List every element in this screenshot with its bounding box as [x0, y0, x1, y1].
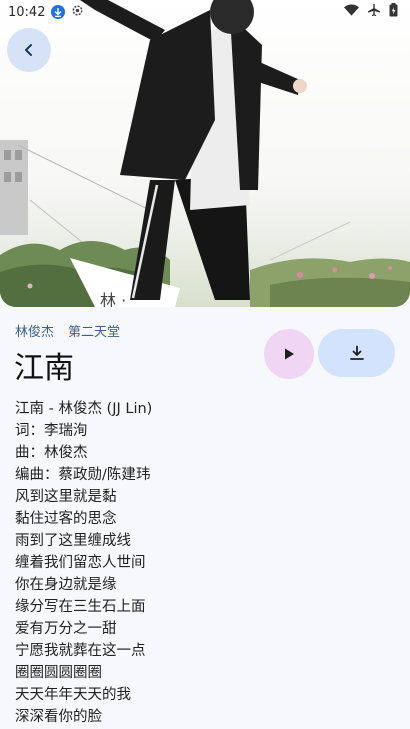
- lyrics-line: 雨到了这里缠成线: [15, 533, 131, 549]
- lyrics-line: 曲：林俊杰: [15, 445, 88, 461]
- lyrics-line: 深深看你的脸: [15, 709, 102, 725]
- album-link[interactable]: 第二天堂: [68, 321, 120, 340]
- album-art: 林 ·: [0, 0, 410, 307]
- play-button[interactable]: [264, 329, 314, 379]
- lyrics-line: 天天年年天天的我: [15, 687, 131, 703]
- song-meta: 林俊杰 第二天堂: [15, 321, 120, 340]
- wifi-icon: [344, 4, 359, 20]
- download-button[interactable]: [318, 329, 395, 377]
- download-status-icon: [51, 5, 66, 19]
- song-title: 江南: [14, 351, 74, 386]
- download-icon: [349, 345, 364, 360]
- album-art-illustration: 林 ·: [0, 0, 410, 307]
- lyrics-line: 爱有万分之一甜: [15, 621, 117, 637]
- lyrics-line: 缘分写在三生石上面: [15, 599, 146, 615]
- lyrics-line: 风到这里就是黏: [15, 489, 117, 505]
- status-left: 10:42: [8, 4, 84, 21]
- lyrics-line: 江南 - 林俊杰 (JJ Lin): [15, 401, 153, 417]
- lyrics-line: 编曲：蔡政勋/陈建玮: [15, 467, 151, 483]
- battery-icon: [389, 3, 398, 21]
- lyrics-list: 江南 - 林俊杰 (JJ Lin) 词：李瑞洵 曲：林俊杰 编曲：蔡政勋/陈建玮…: [15, 398, 152, 728]
- airplane-icon: [367, 3, 381, 21]
- back-button[interactable]: [7, 28, 51, 72]
- artist-link[interactable]: 林俊杰: [15, 321, 54, 340]
- lyrics-line: 词：李瑞洵: [15, 423, 88, 439]
- lyrics-line: 圈圈圆圆圈圈: [15, 665, 102, 681]
- lyrics-line: 黏住过客的思念: [15, 511, 117, 527]
- play-icon: [285, 348, 294, 360]
- status-time: 10:42: [8, 4, 46, 20]
- lyrics-line: 你在身边就是缘: [15, 577, 117, 593]
- status-bar: 10:42: [0, 0, 410, 24]
- chevron-left-icon: [25, 44, 32, 56]
- lyrics-line: 缠着我们留恋人世间: [15, 555, 146, 571]
- status-right: [344, 3, 398, 21]
- settings-status-icon: [71, 4, 84, 21]
- lyrics-line: 宁愿我就葬在这一点: [15, 643, 146, 659]
- svg-text:林 ·: 林 ·: [100, 291, 126, 307]
